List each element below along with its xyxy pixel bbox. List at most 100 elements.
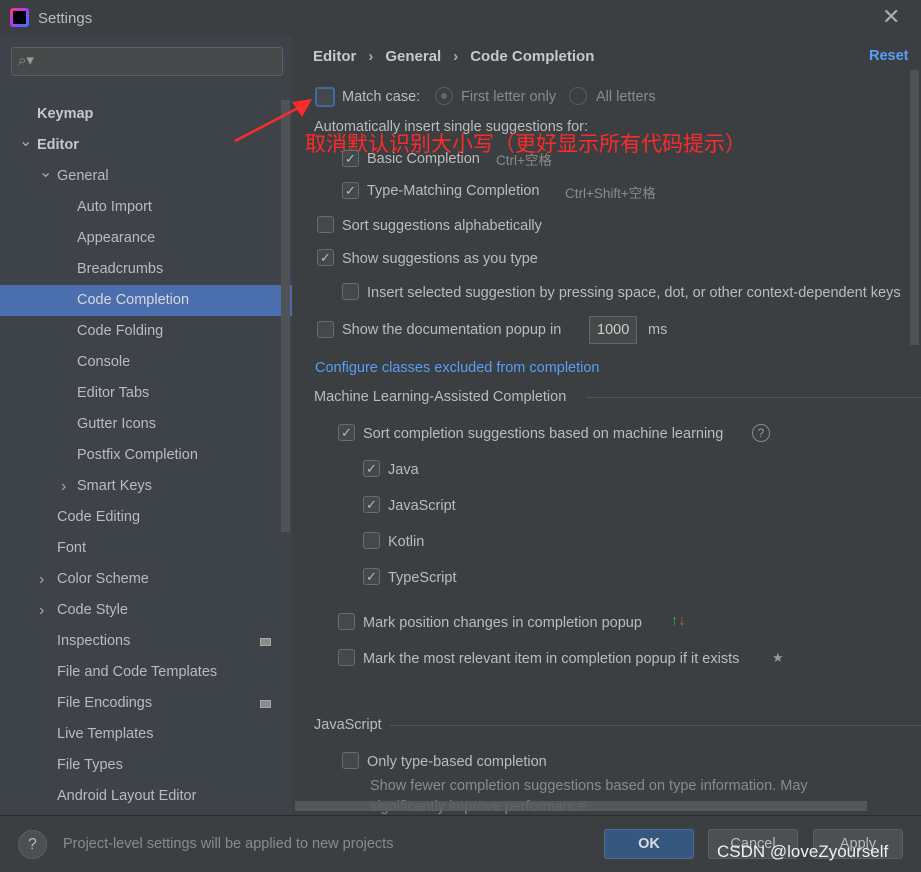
- sidebar-item-label: Code Style: [57, 602, 128, 618]
- first-letter-label: First letter only: [461, 89, 557, 105]
- first-letter-radio[interactable]: [435, 87, 453, 105]
- sidebar-item-console[interactable]: Console: [0, 347, 292, 378]
- sidebar-item-inspections[interactable]: Inspections: [0, 626, 292, 657]
- chevron-down-icon[interactable]: ⌄: [19, 126, 32, 157]
- app-logo-icon: [10, 8, 29, 27]
- title-bar: Settings ✕: [0, 0, 921, 36]
- insert-selected-checkbox[interactable]: [342, 283, 359, 300]
- mark-position-checkbox[interactable]: [338, 613, 355, 630]
- chevron-down-icon[interactable]: ⌄: [39, 157, 52, 188]
- type-matching-checkbox[interactable]: ✓: [342, 182, 359, 199]
- js-section-title: JavaScript: [314, 717, 382, 733]
- sidebar-item-label: Postfix Completion: [77, 447, 198, 463]
- search-icon: ⌕▾: [18, 52, 34, 69]
- breadcrumb-current: Code Completion: [470, 48, 595, 65]
- javascript-label: JavaScript: [388, 498, 456, 514]
- sort-alpha-label: Sort suggestions alphabetically: [342, 218, 542, 234]
- sidebar-item-font[interactable]: Font: [0, 533, 292, 564]
- configure-classes-link[interactable]: Configure classes excluded from completi…: [315, 360, 600, 376]
- annotation-arrow-icon: [234, 99, 312, 143]
- sort-alpha-checkbox[interactable]: [317, 216, 334, 233]
- sidebar-item-android-layout-editor[interactable]: Android Layout Editor: [0, 781, 292, 812]
- sidebar-item-editor-tabs[interactable]: Editor Tabs: [0, 378, 292, 409]
- sidebar-item-label: Auto Import: [77, 199, 152, 215]
- sidebar-scrollbar[interactable]: [281, 100, 290, 532]
- kotlin-label: Kotlin: [388, 534, 425, 550]
- ok-button[interactable]: OK: [604, 829, 694, 859]
- show-as-type-checkbox[interactable]: ✓: [317, 249, 334, 266]
- sidebar-item-appearance[interactable]: Appearance: [0, 223, 292, 254]
- help-icon[interactable]: ?: [752, 424, 770, 442]
- sidebar-item-label: Font: [57, 540, 87, 556]
- show-as-type-label: Show suggestions as you type: [342, 251, 538, 267]
- java-checkbox[interactable]: ✓: [363, 460, 380, 477]
- doc-popup-delay-input[interactable]: 1000: [589, 316, 637, 344]
- chevron-right-icon[interactable]: ›: [39, 564, 44, 595]
- basic-completion-shortcut: Ctrl+空格: [496, 153, 552, 168]
- search-input[interactable]: ⌕▾: [11, 47, 283, 76]
- mark-relevant-checkbox[interactable]: [338, 649, 355, 666]
- insert-selected-label: Insert selected suggestion by pressing s…: [367, 285, 901, 301]
- sidebar-item-label: Smart Keys: [77, 478, 152, 494]
- sidebar-item-general[interactable]: ⌄ General: [0, 161, 292, 192]
- type-matching-label: Type-Matching Completion: [367, 183, 540, 199]
- help-button[interactable]: ?: [18, 830, 47, 859]
- sidebar-item-label: Code Folding: [77, 323, 164, 339]
- doc-popup-checkbox[interactable]: [317, 321, 334, 338]
- sidebar-item-gutter-icons[interactable]: Gutter Icons: [0, 409, 292, 440]
- up-down-arrows-icon: ↑↓: [671, 613, 686, 629]
- sidebar-item-breadcrumbs[interactable]: Breadcrumbs: [0, 254, 292, 285]
- sidebar-item-label: Editor Tabs: [77, 385, 150, 401]
- all-letters-radio[interactable]: [569, 87, 587, 105]
- footer: ? Project-level settings will be applied…: [0, 815, 921, 872]
- sidebar-item-code-completion[interactable]: Code Completion: [0, 285, 292, 316]
- match-case-label: Match case:: [342, 89, 421, 105]
- doc-popup-unit: ms: [648, 322, 668, 338]
- sidebar-item-live-templates[interactable]: Live Templates: [0, 719, 292, 750]
- sidebar-item-color-scheme[interactable]: › Color Scheme: [0, 564, 292, 595]
- javascript-checkbox[interactable]: ✓: [363, 496, 380, 513]
- basic-completion-label: Basic Completion: [367, 151, 480, 167]
- panel-scrollbar[interactable]: [910, 70, 919, 345]
- sidebar-item-label: Keymap: [37, 106, 94, 122]
- doc-popup-label: Show the documentation popup in: [342, 322, 562, 338]
- breadcrumb-general[interactable]: General: [385, 48, 441, 65]
- js-separator: [390, 725, 921, 726]
- only-type-checkbox[interactable]: [342, 752, 359, 769]
- horizontal-scrollbar[interactable]: [295, 801, 867, 811]
- sidebar-item-label: Appearance: [77, 230, 156, 246]
- sidebar-item-code-editing[interactable]: Code Editing: [0, 502, 292, 533]
- sidebar-item-file-and-code-templates[interactable]: File and Code Templates: [0, 657, 292, 688]
- kotlin-checkbox[interactable]: [363, 532, 380, 549]
- ml-sort-label: Sort completion suggestions based on mac…: [363, 426, 724, 442]
- sidebar-item-file-types[interactable]: File Types: [0, 750, 292, 781]
- watermark: CSDN @loveZyourself: [717, 842, 889, 861]
- basic-completion-checkbox[interactable]: ✓: [342, 150, 359, 167]
- sidebar-item-code-style[interactable]: › Code Style: [0, 595, 292, 626]
- sidebar-item-label: File Types: [57, 757, 123, 773]
- all-letters-label: All letters: [596, 89, 656, 105]
- sidebar-item-smart-keys[interactable]: › Smart Keys: [0, 471, 292, 502]
- sidebar-item-code-folding[interactable]: Code Folding: [0, 316, 292, 347]
- sidebar-item-label: Android Layout Editor: [57, 788, 197, 804]
- sidebar-item-label: General: [57, 168, 109, 184]
- ml-separator: [586, 397, 921, 398]
- sidebar-item-file-encodings[interactable]: File Encodings: [0, 688, 292, 719]
- chevron-right-icon[interactable]: ›: [39, 595, 44, 626]
- sidebar-item-label: Gutter Icons: [77, 416, 156, 432]
- sidebar-item-postfix-completion[interactable]: Postfix Completion: [0, 440, 292, 471]
- ml-sort-checkbox[interactable]: ✓: [338, 424, 355, 441]
- match-case-checkbox[interactable]: [315, 87, 335, 107]
- chevron-right-icon[interactable]: ›: [61, 471, 66, 502]
- only-type-desc-1: Show fewer completion suggestions based …: [370, 778, 808, 794]
- breadcrumb-editor[interactable]: Editor: [313, 48, 356, 65]
- close-icon[interactable]: ✕: [882, 4, 900, 30]
- mark-position-label: Mark position changes in completion popu…: [363, 615, 642, 631]
- breadcrumb: Editor › General › Code Completion: [313, 48, 595, 65]
- reset-link[interactable]: Reset: [869, 48, 909, 64]
- footer-message: Project-level settings will be applied t…: [63, 836, 394, 852]
- typescript-checkbox[interactable]: ✓: [363, 568, 380, 585]
- settings-sidebar: ⌕▾ Keymap ⌄ Editor ⌄ General Auto Import Appea…: [0, 36, 292, 815]
- sidebar-item-auto-import[interactable]: Auto Import: [0, 192, 292, 223]
- sidebar-item-label: Console: [77, 354, 131, 370]
